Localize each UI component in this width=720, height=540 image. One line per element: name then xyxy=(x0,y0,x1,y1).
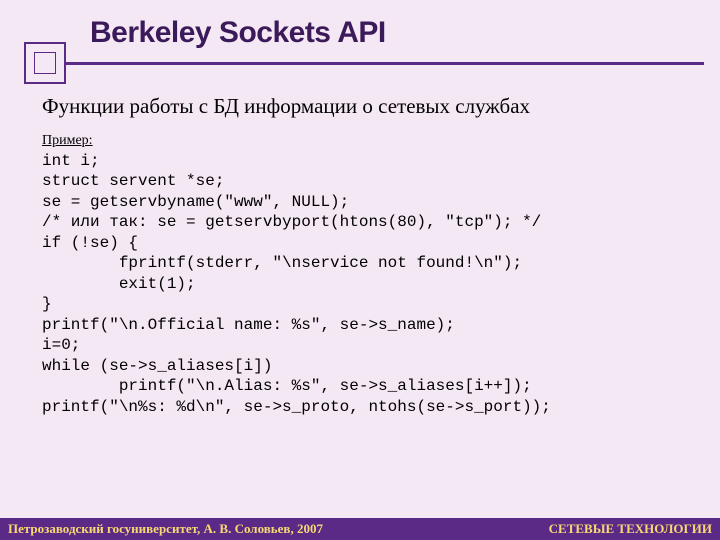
title-area: Berkeley Sockets API xyxy=(0,0,720,50)
title-underline xyxy=(24,62,704,65)
slide-body: Функции работы с БД информации о сетевых… xyxy=(42,94,692,417)
footer-left: Петрозаводский госуниверситет, А. В. Сол… xyxy=(8,521,323,537)
slide-subtitle: Функции работы с БД информации о сетевых… xyxy=(42,94,692,119)
slide-title: Berkeley Sockets API xyxy=(90,16,720,50)
slide: Berkeley Sockets API Функции работы с БД… xyxy=(0,0,720,540)
footer: Петрозаводский госуниверситет, А. В. Сол… xyxy=(0,518,720,540)
footer-right: СЕТЕВЫЕ ТЕХНОЛОГИИ xyxy=(549,521,712,537)
title-decoration-box-inner xyxy=(34,52,56,74)
example-label: Пример: xyxy=(42,133,692,149)
code-block: int i; struct servent *se; se = getservb… xyxy=(42,151,692,417)
